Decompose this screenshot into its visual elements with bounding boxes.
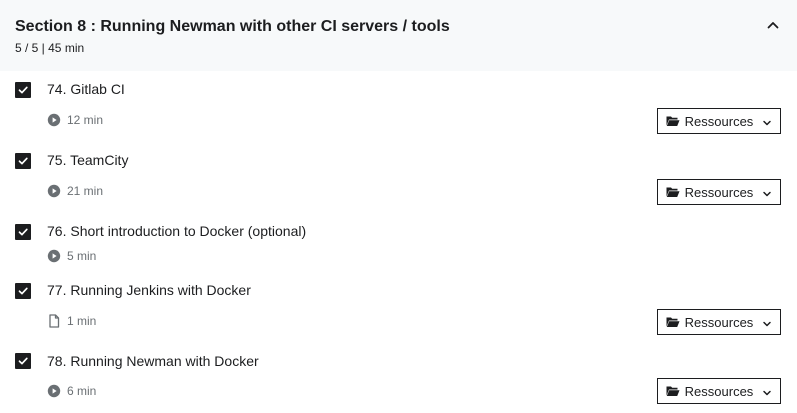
lecture-duration: 21 min	[67, 184, 104, 198]
folder-open-icon	[666, 316, 680, 328]
chevron-up-icon[interactable]	[765, 17, 781, 33]
lecture-title[interactable]: 76. Short introduction to Docker (option…	[47, 223, 306, 240]
file-icon	[47, 314, 61, 328]
chevron-down-icon	[762, 317, 772, 327]
lecture-duration: 6 min	[67, 384, 97, 398]
resources-label: Ressources	[684, 184, 754, 200]
folder-open-icon	[666, 385, 680, 397]
section-title: Section 8 : Running Newman with other CI…	[15, 18, 450, 35]
lecture-duration-row: 21 min	[47, 184, 103, 198]
chevron-down-icon	[762, 386, 772, 396]
lecture-duration: 5 min	[67, 249, 97, 263]
completed-checkbox[interactable]	[15, 224, 31, 240]
lecture-duration-row: 5 min	[47, 249, 96, 263]
lecture-duration-row: 6 min	[47, 384, 96, 398]
play-circle-icon	[47, 184, 61, 198]
chevron-down-icon	[762, 187, 772, 197]
resources-label: Ressources	[684, 314, 754, 330]
completed-checkbox[interactable]	[15, 153, 31, 169]
resources-button[interactable]: Ressources	[657, 179, 781, 205]
completed-checkbox[interactable]	[15, 283, 31, 299]
section-progress: 5 / 5 | 45 min	[15, 41, 85, 55]
folder-open-icon	[666, 115, 680, 127]
play-circle-icon	[47, 249, 61, 263]
lecture-duration: 12 min	[67, 113, 104, 127]
section-header[interactable]: Section 8 : Running Newman with other CI…	[0, 0, 797, 71]
chevron-down-icon	[762, 116, 772, 126]
lecture-duration-row: 12 min	[47, 113, 103, 127]
lecture-duration: 1 min	[67, 314, 97, 328]
resources-button[interactable]: Ressources	[657, 309, 781, 335]
lecture-title[interactable]: 74. Gitlab CI	[47, 81, 125, 98]
completed-checkbox[interactable]	[15, 82, 31, 98]
play-circle-icon	[47, 113, 61, 127]
play-circle-icon	[47, 384, 61, 398]
resources-label: Ressources	[684, 383, 754, 399]
resources-label: Ressources	[684, 113, 754, 129]
lecture-title[interactable]: 75. TeamCity	[47, 152, 128, 169]
resources-button[interactable]: Ressources	[657, 378, 781, 404]
completed-checkbox[interactable]	[15, 353, 31, 369]
folder-open-icon	[666, 186, 680, 198]
resources-button[interactable]: Ressources	[657, 108, 781, 134]
lecture-title[interactable]: 77. Running Jenkins with Docker	[47, 282, 251, 299]
lecture-title[interactable]: 78. Running Newman with Docker	[47, 353, 259, 370]
lecture-duration-row: 1 min	[47, 314, 96, 328]
